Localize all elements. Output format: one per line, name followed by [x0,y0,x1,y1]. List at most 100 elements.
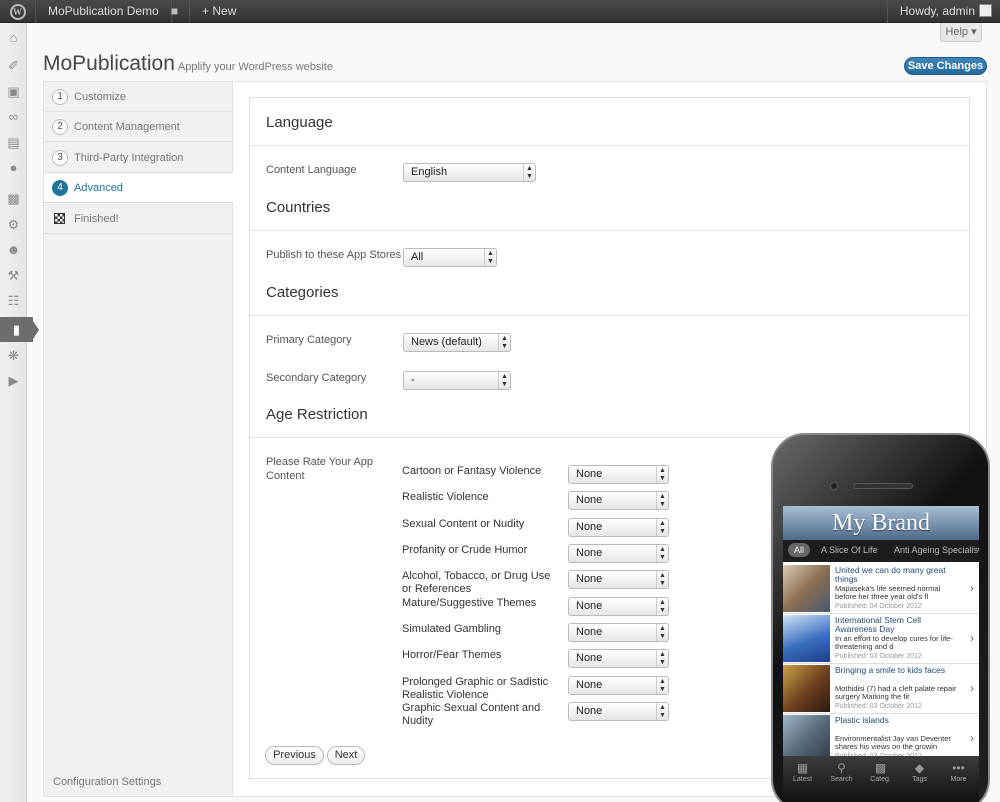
app-tab-bar: ▦ Latest ⚲ Search ▩ Categ. ◆ Tags ••• More [783,756,979,802]
page-title: MoPublication Applify your WordPress webs… [43,52,333,76]
select-value: All [411,251,424,263]
rating-select-graphic-violence[interactable]: None ▲ ▼ [568,676,669,695]
article-item[interactable]: International Stem Cell Awareness Day In… [783,614,979,664]
wordpress-logo-icon[interactable]: W [0,0,36,23]
divider [250,145,969,146]
search-icon: ⚲ [837,761,846,775]
tab-label: Categ. [870,776,891,783]
content-language-select[interactable]: English ▲ ▼ [403,163,536,182]
article-date: Published: 03 October 2012 [835,703,922,710]
appearance-icon[interactable]: ▩ [0,186,27,211]
primary-category-select[interactable]: News (default) ▲ ▼ [403,333,511,352]
rating-select-horror[interactable]: None ▲ ▼ [568,649,669,668]
article-description: Mapaseka's life seemed normal before her… [835,585,941,601]
settings-icon[interactable]: ☷ [0,288,27,313]
tools-icon[interactable]: ⚒ [0,263,27,288]
select-arrows-icon: ▲ ▼ [656,624,668,641]
account-menu[interactable]: Howdy, admin [886,0,1000,23]
wizard-step-finished[interactable]: Finished! [44,204,233,234]
comments-icon[interactable]: ■ [160,0,190,23]
article-description: In an effort to develop cures for life-t… [835,635,953,651]
article-title: Bringing a smile to kids faces [835,665,946,675]
rating-select-cartoon-violence[interactable]: None ▲ ▼ [568,465,669,484]
select-arrows-icon: ▲ ▼ [484,249,496,266]
tab-more[interactable]: ••• More [939,760,978,783]
wizard-step-advanced[interactable]: 4 Advanced [44,173,234,203]
rating-select-mature-themes[interactable]: None ▲ ▼ [568,597,669,616]
posts-icon[interactable]: ✐ [0,53,27,78]
app-category-bar: All A Slice Of Life Anti Ageing Speciali… [783,540,979,562]
checkered-flag-icon [54,213,65,224]
collapse-menu-icon[interactable]: ▶ [0,368,27,393]
tab-label: More [950,776,967,783]
wizard-step-customize[interactable]: 1 Customize [44,82,233,112]
select-value: None [576,547,603,559]
wizard-step-content-management[interactable]: 2 Content Management [44,112,233,142]
previous-button[interactable]: Previous [265,746,324,765]
phone-camera [830,482,838,490]
rate-app-content-label: Please Rate Your App Content [266,456,374,482]
select-value: None [576,468,603,480]
category-anti-ageing[interactable]: Anti Ageing Specialist [894,545,979,555]
article-description: Mothidisi (7) had a cleft palate repair … [835,685,957,701]
rating-select-graphic-sexual[interactable]: None ▲ ▼ [568,702,669,721]
wizard-step-third-party-integration[interactable]: 3 Third-Party Integration [44,143,233,173]
save-changes-button[interactable]: Save Changes [904,57,987,75]
new-label: New [212,4,237,18]
tab-categories[interactable]: ▩ Categ. [861,760,900,783]
step-label: Advanced [74,182,123,194]
article-thumbnail [783,565,830,612]
users-icon[interactable]: ☻ [0,237,27,262]
phone-screen: My Brand All A Slice Of Life Anti Ageing… [783,506,979,802]
article-title: Plastic islands [835,715,889,725]
rating-label-cartoon-violence: Cartoon or Fantasy Violence [402,465,542,477]
rating-select-alcohol-drugs[interactable]: None ▲ ▼ [568,570,669,589]
tab-latest[interactable]: ▦ Latest [783,760,822,783]
rating-select-profanity[interactable]: None ▲ ▼ [568,544,669,563]
rating-select-gambling[interactable]: None ▲ ▼ [568,623,669,642]
plugins-icon[interactable]: ⚙ [0,212,27,237]
article-item[interactable]: Bringing a smile to kids faces Mothidisi… [783,664,979,714]
article-description: Environmentalist Jay van Deventer shares… [835,735,951,751]
dashboard-icon[interactable]: ⌂ [0,25,27,50]
plugin-extra-icon[interactable]: ❋ [0,343,27,368]
category-all[interactable]: All [788,543,811,557]
comments-menu-icon[interactable]: ● [0,155,27,180]
select-value: None [576,600,603,612]
select-value: None [576,679,603,691]
section-title-countries: Countries [266,199,331,216]
select-value: None [576,626,603,638]
select-value: None [576,652,603,664]
secondary-category-select[interactable]: - ▲ ▼ [403,371,511,390]
plus-icon: + [202,4,210,18]
rating-select-realistic-violence[interactable]: None ▲ ▼ [568,491,669,510]
tag-icon: ◆ [914,761,925,775]
site-name-link[interactable]: MoPublication Demo [36,0,172,23]
tab-search[interactable]: ⚲ Search [822,760,861,783]
more-dots-icon: ••• [952,761,965,775]
new-content-button[interactable]: + New [192,0,246,23]
secondary-category-label: Secondary Category [266,372,367,384]
rating-label-graphic-violence: Prolonged Graphic or Sadistic Realistic … [402,676,549,701]
mopublication-icon[interactable]: ▮ [0,317,39,342]
article-item[interactable]: United we can do many great things Mapas… [783,564,979,614]
select-arrows-icon: ▲ ▼ [656,703,668,720]
media-icon[interactable]: ▣ [0,79,27,104]
tab-tags[interactable]: ◆ Tags [900,760,939,783]
rating-label-mature-themes: Mature/Suggestive Themes [402,597,537,609]
article-thumbnail [783,665,830,712]
select-arrows-icon: ▲ ▼ [656,571,668,588]
rating-select-sexual-content[interactable]: None ▲ ▼ [568,518,669,537]
select-arrows-icon: ▲ ▼ [656,650,668,667]
help-button[interactable]: Help ▾ [940,23,982,42]
next-button[interactable]: Next [327,746,365,765]
pages-icon[interactable]: ▤ [0,130,27,155]
links-icon[interactable]: ∞ [0,104,27,129]
select-arrows-icon: ▲ ▼ [656,677,668,694]
select-value: None [576,573,603,585]
app-stores-select[interactable]: All ▲ ▼ [403,248,497,267]
step-label: Finished! [74,213,119,225]
select-arrows-icon: ▲ ▼ [656,466,668,483]
category-slice-of-life[interactable]: A Slice Of Life [821,545,878,555]
configuration-settings-label: Configuration Settings [53,776,162,788]
